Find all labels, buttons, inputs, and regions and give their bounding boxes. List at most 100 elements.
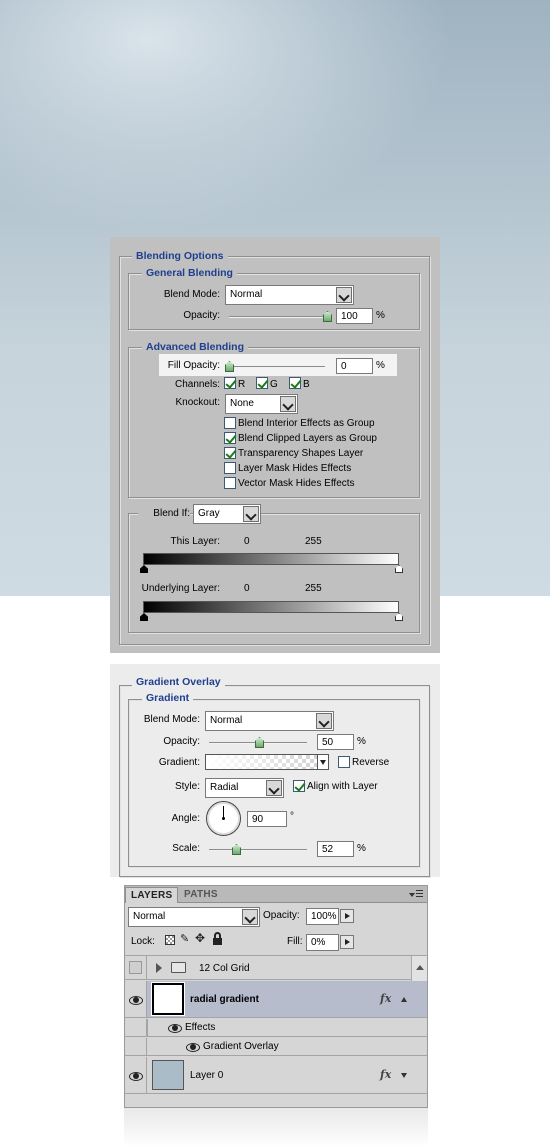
chevron-down-icon[interactable] — [243, 506, 259, 522]
scale-input[interactable]: 52 — [317, 841, 354, 857]
angle-input[interactable]: 90 — [247, 811, 287, 827]
visibility-column[interactable] — [125, 981, 147, 1017]
go-opacity-label: Opacity: — [163, 736, 200, 747]
fx-icon[interactable]: fx — [380, 1068, 391, 1081]
blend-interior-checkbox[interactable] — [224, 417, 236, 429]
lock-transparent-icon[interactable] — [165, 935, 175, 945]
channel-g-checkbox[interactable] — [256, 377, 268, 389]
group-layer-name[interactable]: 12 Col Grid — [199, 963, 250, 974]
fill-input[interactable]: 0% — [306, 934, 339, 951]
angle-degree: ° — [290, 811, 294, 822]
gradient-swatch[interactable] — [205, 754, 329, 770]
go-opacity-input[interactable]: 50 — [317, 734, 354, 750]
underlying-layer-gradient — [143, 601, 399, 613]
fill-opacity-slider-track[interactable] — [229, 366, 325, 368]
layer-row-layer-0[interactable]: Layer 0 fx — [125, 1057, 427, 1094]
advanced-blending-title: Advanced Blending — [142, 341, 249, 353]
scrollbar-up-area[interactable] — [411, 956, 427, 981]
gradient-dropdown-button[interactable] — [317, 754, 329, 770]
layer-opacity-arrow-button[interactable] — [340, 909, 354, 923]
visibility-column[interactable] — [125, 1057, 147, 1093]
chevron-down-icon[interactable] — [242, 909, 258, 925]
go-blend-mode-select[interactable]: Normal — [205, 711, 334, 731]
panel-menu-arrow — [409, 893, 415, 897]
layer-0-name[interactable]: Layer 0 — [190, 1070, 223, 1081]
opacity-input[interactable]: 100 — [336, 308, 373, 324]
chevron-down-icon[interactable] — [280, 396, 296, 412]
opacity-label: Opacity: — [183, 310, 220, 321]
lock-image-icon[interactable]: ✎ — [180, 933, 192, 946]
eye-icon[interactable] — [168, 1024, 182, 1033]
chevron-down-icon[interactable] — [316, 713, 332, 729]
chevron-down-icon[interactable] — [336, 287, 352, 303]
layer-mask-hides-checkbox[interactable] — [224, 462, 236, 474]
go-blend-mode-value: Normal — [210, 715, 243, 726]
panel-menu-lines — [416, 890, 423, 899]
eye-icon[interactable] — [186, 1043, 200, 1052]
underlying-layer-max: 255 — [305, 583, 322, 594]
layer-row-gradient-overlay[interactable]: Gradient Overlay — [125, 1038, 427, 1056]
effects-indent — [147, 1019, 148, 1037]
visibility-column[interactable] — [125, 1019, 147, 1036]
tab-paths[interactable]: PATHS — [179, 887, 223, 903]
underlying-layer-min: 0 — [244, 583, 250, 594]
scroll-up-arrow-icon[interactable] — [416, 965, 424, 970]
lock-label: Lock: — [131, 936, 155, 947]
blend-clipped-label: Blend Clipped Layers as Group — [238, 433, 377, 444]
hidden-visibility-box[interactable] — [129, 961, 142, 974]
effects-collapse-icon[interactable] — [401, 997, 407, 1002]
visibility-column[interactable] — [125, 1038, 147, 1055]
fill-opacity-input[interactable]: 0 — [336, 358, 373, 374]
tab-layers[interactable]: LAYERS — [125, 887, 179, 903]
blend-if-value: Gray — [198, 508, 220, 519]
fill-arrow-button[interactable] — [340, 935, 354, 949]
vector-mask-hides-checkbox[interactable] — [224, 477, 236, 489]
this-layer-gradient — [143, 553, 399, 565]
radial-layer-name[interactable]: radial gradient — [190, 994, 259, 1005]
layer-thumbnail — [152, 983, 184, 1015]
gradient-overlay-effect-label: Gradient Overlay — [203, 1041, 279, 1052]
layer-row-radial-gradient[interactable]: radial gradient fx — [125, 981, 427, 1018]
blend-mode-label: Blend Mode: — [163, 289, 220, 300]
gradient-subtitle: Gradient — [142, 692, 194, 704]
scale-percent: % — [357, 843, 366, 854]
layer-row-effects[interactable]: Effects — [125, 1019, 427, 1037]
align-with-layer-checkbox[interactable] — [293, 780, 305, 792]
blend-mode-select[interactable]: Normal — [225, 285, 354, 305]
blend-interior-label: Blend Interior Effects as Group — [238, 418, 375, 429]
effects-expand-icon[interactable] — [401, 1073, 407, 1078]
go-opacity-percent: % — [357, 736, 366, 747]
fx-icon[interactable]: fx — [380, 992, 391, 1005]
layers-tab-bar: LAYERS PATHS — [125, 886, 427, 903]
vector-mask-hides-label: Vector Mask Hides Effects — [238, 478, 355, 489]
gradient-overlay-title: Gradient Overlay — [132, 676, 225, 688]
blend-clipped-checkbox[interactable] — [224, 432, 236, 444]
opacity-slider-track[interactable] — [229, 316, 329, 318]
scale-label: Scale: — [172, 843, 200, 854]
blend-if-label: Blend If: — [138, 508, 190, 519]
lock-all-icon[interactable] — [213, 932, 222, 945]
layer-row-group[interactable]: 12 Col Grid — [125, 955, 427, 981]
transparency-shapes-checkbox[interactable] — [224, 447, 236, 459]
layer-blend-mode-select[interactable]: Normal — [128, 907, 260, 927]
eye-icon[interactable] — [129, 1072, 143, 1081]
style-select[interactable]: Radial — [205, 778, 284, 798]
reverse-checkbox[interactable] — [338, 756, 350, 768]
chevron-down-icon[interactable] — [266, 780, 282, 796]
lock-body — [213, 938, 222, 945]
angle-dial[interactable] — [206, 801, 241, 836]
lock-position-icon[interactable]: ✥ — [195, 932, 208, 945]
visibility-column[interactable] — [125, 956, 147, 979]
channel-b-checkbox[interactable] — [289, 377, 301, 389]
angle-label: Angle: — [171, 813, 200, 824]
knockout-select[interactable]: None — [225, 394, 298, 414]
panel-menu-icon[interactable] — [409, 890, 423, 899]
layer-opacity-input[interactable]: 100% — [306, 908, 339, 925]
blend-if-select[interactable]: Gray — [193, 504, 261, 524]
channel-r-checkbox[interactable] — [224, 377, 236, 389]
expand-triangle-icon[interactable] — [156, 963, 162, 973]
eye-icon[interactable] — [129, 996, 143, 1005]
this-layer-label: This Layer: — [170, 536, 220, 547]
folder-icon — [171, 962, 186, 973]
scale-slider-track[interactable] — [209, 849, 307, 851]
